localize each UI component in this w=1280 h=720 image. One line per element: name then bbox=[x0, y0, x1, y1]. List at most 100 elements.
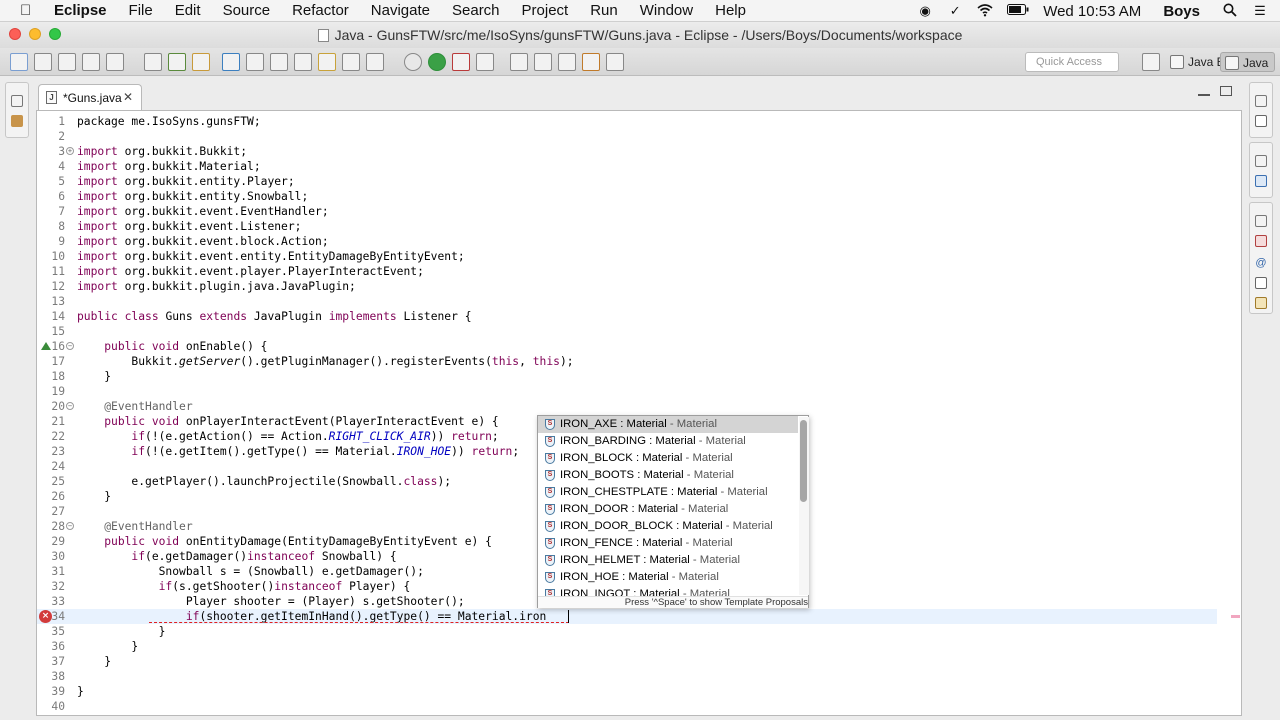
code-line[interactable]: 16− public void onEnable() { bbox=[37, 339, 1217, 354]
code-text[interactable]: import org.bukkit.event.player.PlayerInt… bbox=[77, 264, 424, 279]
code-line[interactable]: 8 import org.bukkit.event.Listener; bbox=[37, 219, 1217, 234]
code-text[interactable]: } bbox=[77, 369, 111, 384]
tab-guns-java[interactable]: J *Guns.java ✕ bbox=[38, 84, 142, 110]
spotlight-search-icon[interactable] bbox=[1222, 3, 1238, 19]
code-text[interactable]: e.getPlayer().launchProjectile(Snowball.… bbox=[77, 474, 451, 489]
collapse-fold-icon[interactable]: − bbox=[66, 342, 74, 350]
code-text[interactable]: import org.bukkit.Material; bbox=[77, 159, 261, 174]
save-all-icon[interactable] bbox=[82, 53, 100, 71]
code-line[interactable]: 4 import org.bukkit.Material; bbox=[37, 159, 1217, 174]
collapse-fold-icon[interactable]: − bbox=[66, 522, 74, 530]
problems-icon[interactable] bbox=[1255, 235, 1267, 247]
code-text[interactable]: public void onEntityDamage(EntityDamageB… bbox=[77, 534, 492, 549]
new-package-icon[interactable] bbox=[192, 53, 210, 71]
run-external-icon[interactable] bbox=[452, 53, 470, 71]
apple-menu-icon[interactable]:  bbox=[20, 2, 31, 19]
new-dropdown-icon[interactable] bbox=[34, 53, 52, 71]
show-whitespace-icon[interactable] bbox=[342, 53, 360, 71]
restore-icon[interactable] bbox=[1255, 215, 1267, 227]
annotation-prev-icon[interactable] bbox=[534, 53, 552, 71]
code-text[interactable]: import org.bukkit.entity.Snowball; bbox=[77, 189, 308, 204]
code-text[interactable]: import org.bukkit.event.entity.EntityDam… bbox=[77, 249, 465, 264]
code-line[interactable]: 20− @EventHandler bbox=[37, 399, 1217, 414]
search-icon[interactable] bbox=[294, 53, 312, 71]
code-text[interactable]: if(!(e.getAction() == Action.RIGHT_CLICK… bbox=[77, 429, 498, 444]
code-line[interactable]: 12 import org.bukkit.plugin.java.JavaPlug… bbox=[37, 279, 1217, 294]
code-line[interactable]: 9 import org.bukkit.event.block.Action; bbox=[37, 234, 1217, 249]
restore-icon[interactable] bbox=[1255, 95, 1267, 107]
new-class-icon[interactable] bbox=[222, 53, 240, 71]
code-line[interactable]: 6 import org.bukkit.entity.Snowball; bbox=[37, 189, 1217, 204]
code-text[interactable]: Snowball s = (Snowball) e.getDamager(); bbox=[77, 564, 424, 579]
open-task-icon[interactable] bbox=[270, 53, 288, 71]
code-text[interactable]: import org.bukkit.event.block.Action; bbox=[77, 234, 329, 249]
scrollbar-thumb[interactable] bbox=[800, 420, 807, 502]
proposal-item[interactable]: S IRON_HELMET : Material - Material bbox=[538, 552, 798, 569]
code-text[interactable]: Bukkit.getServer().getPluginManager().re… bbox=[77, 354, 573, 369]
proposal-list[interactable]: S IRON_AXE : Material - Material S IRON_BAR… bbox=[538, 416, 798, 596]
collapse-fold-icon[interactable]: − bbox=[66, 402, 74, 410]
proposal-item[interactable]: S IRON_AXE : Material - Material bbox=[538, 416, 798, 433]
run-icon[interactable] bbox=[428, 53, 446, 71]
checkmark-icon[interactable]: ✓ bbox=[947, 3, 963, 19]
restore-icon[interactable] bbox=[11, 95, 23, 107]
skip-breakpoints-icon[interactable] bbox=[144, 53, 162, 71]
code-line[interactable]: 10 import org.bukkit.event.entity.EntityD… bbox=[37, 249, 1217, 264]
notification-center-icon[interactable]: ☰ bbox=[1252, 3, 1268, 19]
menu-run[interactable]: Run bbox=[590, 2, 618, 19]
code-text[interactable]: if(e.getDamager()instanceof Snowball) { bbox=[77, 549, 396, 564]
toggle-mark-icon[interactable] bbox=[318, 53, 336, 71]
menu-eclipse[interactable]: Eclipse bbox=[54, 2, 107, 19]
open-type-icon[interactable] bbox=[246, 53, 264, 71]
code-line[interactable]: 18 } bbox=[37, 369, 1217, 384]
code-editor[interactable]: 1 package me.IsoSyns.gunsFTW; 2 3 + import or… bbox=[36, 110, 1242, 716]
code-line[interactable]: 37 } bbox=[37, 654, 1217, 669]
code-text[interactable]: } bbox=[77, 654, 111, 669]
code-line[interactable]: 36 } bbox=[37, 639, 1217, 654]
code-text[interactable]: @EventHandler bbox=[77, 399, 192, 414]
package-explorer-icon[interactable] bbox=[11, 115, 23, 127]
perspective-java[interactable]: Java bbox=[1220, 52, 1276, 72]
menu-search[interactable]: Search bbox=[452, 2, 500, 19]
menu-user[interactable]: Boys bbox=[1163, 3, 1200, 20]
overview-ruler[interactable] bbox=[1229, 111, 1241, 715]
code-line[interactable]: 15 bbox=[37, 324, 1217, 339]
menu-window[interactable]: Window bbox=[640, 2, 693, 19]
content-assist-popup[interactable]: S IRON_AXE : Material - Material S IRON_BAR… bbox=[537, 415, 809, 608]
code-line[interactable]: 14 public class Guns extends JavaPlugin i… bbox=[37, 309, 1217, 324]
close-tab-icon[interactable]: ✕ bbox=[123, 90, 133, 104]
maximize-editor-icon[interactable] bbox=[1220, 86, 1232, 96]
open-type-hierarchy-icon[interactable] bbox=[476, 53, 494, 71]
code-text[interactable]: import org.bukkit.plugin.java.JavaPlugin… bbox=[77, 279, 356, 294]
menu-help[interactable]: Help bbox=[715, 2, 746, 19]
code-line[interactable]: 34 × if(shooter.getItemInHand().getType()… bbox=[37, 609, 1217, 624]
print-icon[interactable] bbox=[106, 53, 124, 71]
code-line[interactable]: 5 import org.bukkit.entity.Player; bbox=[37, 174, 1217, 189]
code-text[interactable]: Player shooter = (Player) s.getShooter()… bbox=[77, 594, 465, 609]
code-text[interactable]: } bbox=[77, 639, 138, 654]
code-text[interactable]: public void onPlayerInteractEvent(Player… bbox=[77, 414, 499, 429]
quick-access-field[interactable]: Quick Access bbox=[1025, 52, 1119, 72]
code-text[interactable]: import org.bukkit.Bukkit; bbox=[77, 144, 247, 159]
menu-navigate[interactable]: Navigate bbox=[371, 2, 430, 19]
new-project-icon[interactable] bbox=[168, 53, 186, 71]
back-icon[interactable] bbox=[558, 53, 576, 71]
proposal-scrollbar[interactable] bbox=[799, 417, 809, 595]
override-marker-icon[interactable] bbox=[41, 342, 51, 350]
save-icon[interactable] bbox=[58, 53, 76, 71]
menu-source[interactable]: Source bbox=[223, 2, 271, 19]
minimize-editor-icon[interactable] bbox=[1198, 86, 1210, 96]
code-text[interactable]: package me.IsoSyns.gunsFTW; bbox=[77, 114, 261, 129]
proposal-item[interactable]: S IRON_BLOCK : Material - Material bbox=[538, 450, 798, 467]
annotation-next-icon[interactable] bbox=[510, 53, 528, 71]
debug-icon[interactable] bbox=[404, 53, 422, 71]
error-marker-icon[interactable]: × bbox=[39, 610, 52, 623]
menu-project[interactable]: Project bbox=[522, 2, 569, 19]
code-line[interactable]: 39} bbox=[37, 684, 1217, 699]
battery-icon[interactable] bbox=[1007, 3, 1029, 19]
code-text[interactable]: if(!(e.getItem().getType() == Material.I… bbox=[77, 444, 519, 459]
code-line[interactable]: 7 import org.bukkit.event.EventHandler; bbox=[37, 204, 1217, 219]
last-edit-icon[interactable] bbox=[606, 53, 624, 71]
error-overview-marker[interactable] bbox=[1231, 615, 1240, 618]
code-text[interactable]: import org.bukkit.entity.Player; bbox=[77, 174, 295, 189]
